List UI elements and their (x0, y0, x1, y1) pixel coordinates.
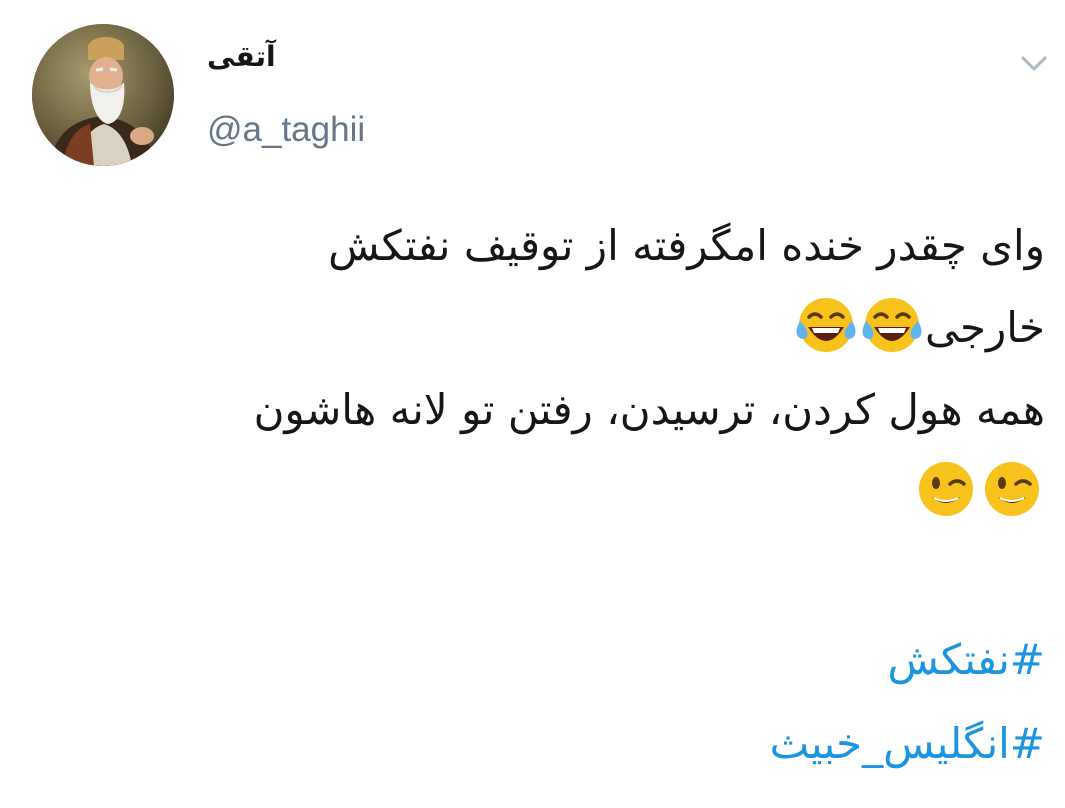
hashtag-link[interactable]: #نفتکش (770, 618, 1045, 702)
chevron-down-icon (1021, 56, 1047, 71)
avatar[interactable] (32, 24, 174, 166)
old-man-portrait-image (32, 24, 174, 166)
winking-face-emoji-icon (914, 457, 978, 521)
tweet-text: وای چقدر خنده امگرفته از توقیف نفتکش خار… (125, 205, 1045, 533)
tears-of-joy-emoji-icon (794, 293, 858, 357)
tweet-line-2-text: خارجی (924, 303, 1045, 352)
tweet-line-1: وای چقدر خنده امگرفته از توقیف نفتکش (328, 221, 1045, 270)
user-handle[interactable]: @a_taghii (207, 110, 365, 150)
hashtag-list: #نفتکش #انگلیس_خبیث (770, 618, 1045, 786)
tweet-line-4 (125, 451, 1045, 533)
winking-face-emoji-icon (980, 457, 1044, 521)
tweet-line-3: همه هول کردن، ترسیدن، رفتن تو لانه هاشون (253, 385, 1045, 434)
display-name[interactable]: آتقی (207, 40, 276, 73)
tears-of-joy-emoji-icon (860, 293, 924, 357)
hashtag-link[interactable]: #انگلیس_خبیث (770, 702, 1045, 786)
tweet-line-2: خارجی (125, 287, 1045, 369)
tweet-menu-button[interactable] (1018, 50, 1050, 76)
